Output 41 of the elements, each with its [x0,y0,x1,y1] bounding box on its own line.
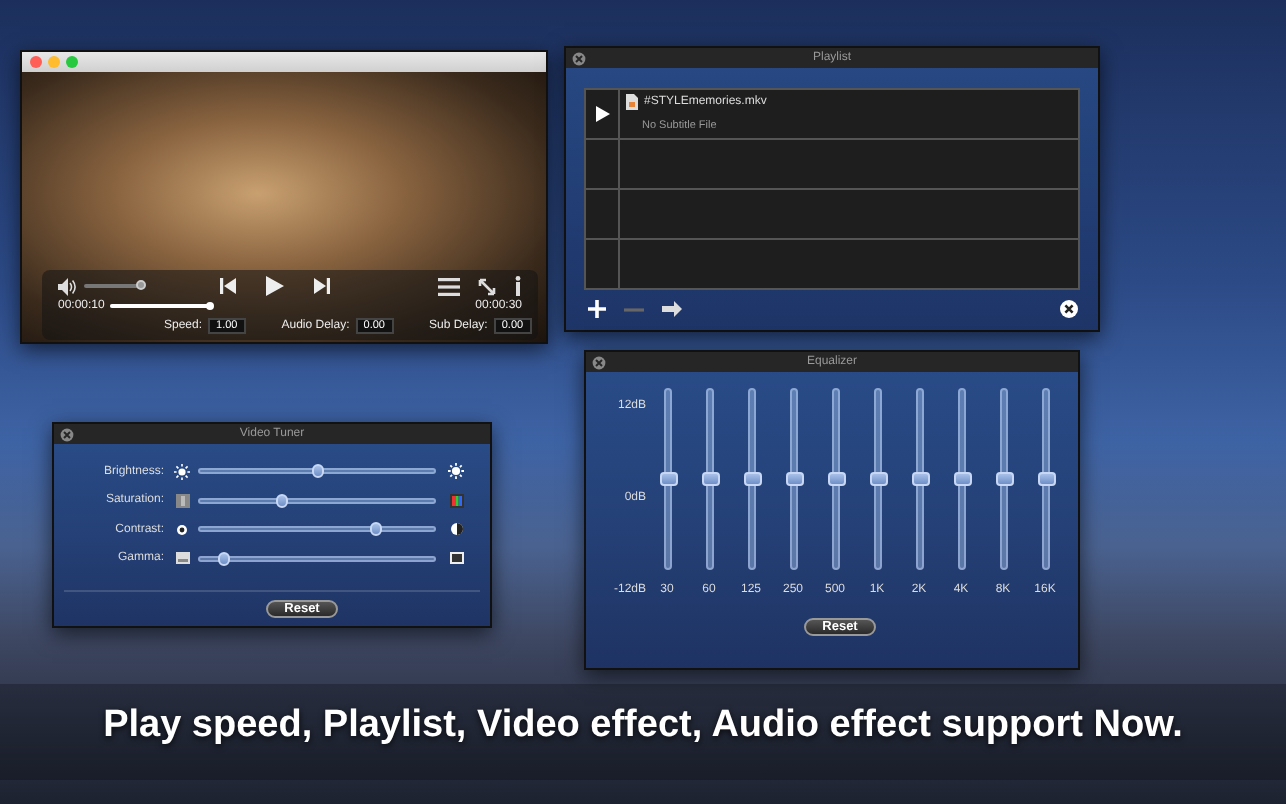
speaker-icon[interactable] [58,277,76,295]
slider-thumb[interactable] [369,522,382,536]
playlist-icon[interactable] [438,277,460,295]
framed-square-icon [449,552,463,564]
dot-circle-icon [176,523,188,535]
next-track-icon[interactable] [314,278,330,294]
sun-icon [174,463,190,479]
adjust-slider[interactable] [198,555,436,561]
adjust-slider[interactable] [198,468,436,474]
slider-thumb[interactable] [275,493,288,507]
bars-icon [175,493,189,507]
slider-thumb[interactable] [827,472,845,486]
close-icon[interactable] [1060,300,1078,318]
volume-thumb[interactable] [136,280,146,290]
slider-thumb[interactable] [311,464,323,478]
slider-thumb[interactable] [1037,472,1055,486]
previous-track-icon[interactable] [220,278,236,294]
slider-thumb[interactable] [701,472,719,486]
resize-arrow-icon[interactable] [478,277,496,295]
slider-thumb[interactable] [995,472,1013,486]
slider-thumb[interactable] [953,472,971,486]
slider-thumb[interactable] [869,472,887,486]
info-icon[interactable] [514,276,522,296]
promo-caption: Play speed, Playlist, Video effect, Audio effect support Now. [101,704,1185,748]
half-circle-icon [449,522,463,536]
slider-thumb[interactable] [217,551,230,565]
file-icon [626,94,638,110]
striped-bars-icon [449,493,463,507]
adjust-slider[interactable] [198,497,436,503]
add-icon[interactable] [588,300,606,318]
play-icon[interactable] [266,276,284,296]
progress-bar[interactable] [110,304,211,309]
slider-thumb[interactable] [911,472,929,486]
slider-thumb[interactable] [659,472,677,486]
sun-icon [448,462,464,480]
progress-thumb[interactable] [206,302,215,311]
slider-thumb[interactable] [785,472,803,486]
slider-thumb[interactable] [743,472,761,486]
square-icon [175,552,189,564]
adjust-slider[interactable] [198,526,436,532]
arrow-right-icon[interactable] [662,300,682,318]
